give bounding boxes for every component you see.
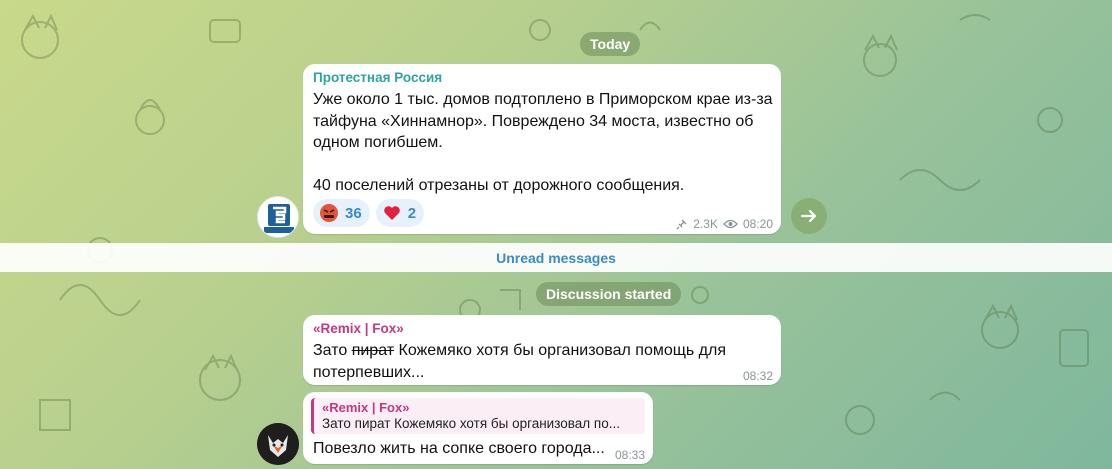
comment-1-text-start: Зато — [313, 342, 352, 359]
post-paragraph-2: 40 поселений отрезаны от дорожного сообщ… — [313, 176, 685, 194]
channel-name[interactable]: Протестная Россия — [313, 69, 442, 87]
reply-quote-text: Зато пират Кожемяко хотя бы организовал … — [322, 416, 620, 431]
view-count: 2.3K — [693, 217, 718, 231]
unread-messages-bar: Unread messages — [0, 243, 1112, 272]
reaction-angry-count: 36 — [345, 204, 362, 222]
reaction-heart-count: 2 — [407, 204, 417, 222]
date-pill: Today — [580, 32, 641, 56]
comment-1: «Remix | Fox» Зато пират Кожемяко хотя б… — [303, 315, 781, 385]
reaction-angry[interactable]: 36 — [313, 199, 370, 227]
protest-russia-logo-icon — [264, 204, 294, 233]
comment-1-sender[interactable]: «Remix | Fox» — [313, 320, 404, 338]
reply-quote[interactable]: «Remix | Fox» Зато пират Кожемяко хотя б… — [311, 398, 645, 434]
reaction-heart[interactable]: 2 — [375, 199, 425, 227]
comment-1-meta: 08:32 — [743, 369, 773, 383]
post-meta: 2.3K 08:20 — [676, 217, 773, 231]
comment-1-time: 08:32 — [742, 369, 773, 383]
fox-avatar-icon — [257, 423, 299, 465]
reactions-row: 36 2 — [313, 199, 425, 227]
discussion-started-pill: Discussion started — [536, 282, 682, 306]
comment-2: «Remix | Fox» Зато пират Кожемяко хотя б… — [303, 392, 653, 464]
heart-icon — [383, 206, 400, 220]
commenter-avatar[interactable] — [257, 423, 299, 465]
post-text: Уже около 1 тыс. домов подтоплено в Прим… — [313, 89, 775, 196]
pin-icon — [676, 219, 687, 230]
arrow-right-icon — [800, 209, 817, 223]
post-paragraph-1: Уже около 1 тыс. домов подтоплено в Прим… — [313, 91, 773, 151]
unread-label: Unread messages — [496, 249, 616, 266]
comment-2-text: Повезло жить на сопке своего города... — [313, 440, 605, 457]
comment-2-time: 08:33 — [614, 448, 645, 462]
comment-1-strikethrough: пират — [351, 342, 395, 359]
angry-face-icon — [320, 204, 338, 222]
comment-2-meta: 08:33 — [615, 448, 645, 462]
channel-post: Протестная Россия Уже около 1 тыс. домов… — [303, 64, 781, 234]
eye-icon — [723, 219, 738, 229]
comment-1-text: Зато пират Кожемяко хотя бы организовал … — [313, 340, 753, 383]
channel-avatar[interactable] — [257, 196, 299, 238]
reply-quote-sender: «Remix | Fox» — [322, 400, 410, 415]
post-time: 08:20 — [742, 217, 773, 231]
forward-button[interactable] — [791, 198, 827, 234]
